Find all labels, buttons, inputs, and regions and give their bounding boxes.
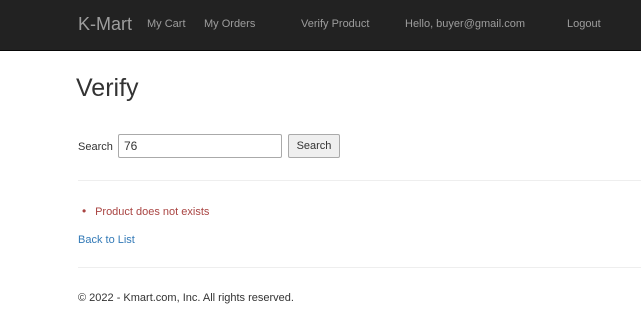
error-message: Product does not exists (95, 206, 210, 218)
nav-link-hello-user[interactable]: Hello, buyer@gmail.com (405, 18, 525, 30)
nav-link-my-cart[interactable]: My Cart (147, 18, 186, 30)
nav-link-verify-product[interactable]: Verify Product (301, 18, 369, 30)
nav-link-my-orders[interactable]: My Orders (204, 18, 255, 30)
search-button[interactable]: Search (288, 134, 340, 158)
brand-link[interactable]: K-Mart (78, 14, 132, 35)
search-input[interactable] (118, 134, 282, 158)
divider-top (78, 180, 641, 181)
nav-link-logout[interactable]: Logout (567, 18, 601, 30)
search-label: Search (78, 141, 113, 153)
divider-footer (78, 267, 641, 268)
back-to-list-link[interactable]: Back to List (78, 234, 135, 246)
error-bullet: • (82, 204, 87, 218)
validation-error-list: • Product does not exists (82, 204, 209, 218)
footer-copyright: © 2022 - Kmart.com, Inc. All rights rese… (78, 292, 294, 304)
page-title: Verify (76, 74, 139, 102)
top-navbar: K-Mart My Cart My Orders Verify Product … (0, 0, 641, 51)
